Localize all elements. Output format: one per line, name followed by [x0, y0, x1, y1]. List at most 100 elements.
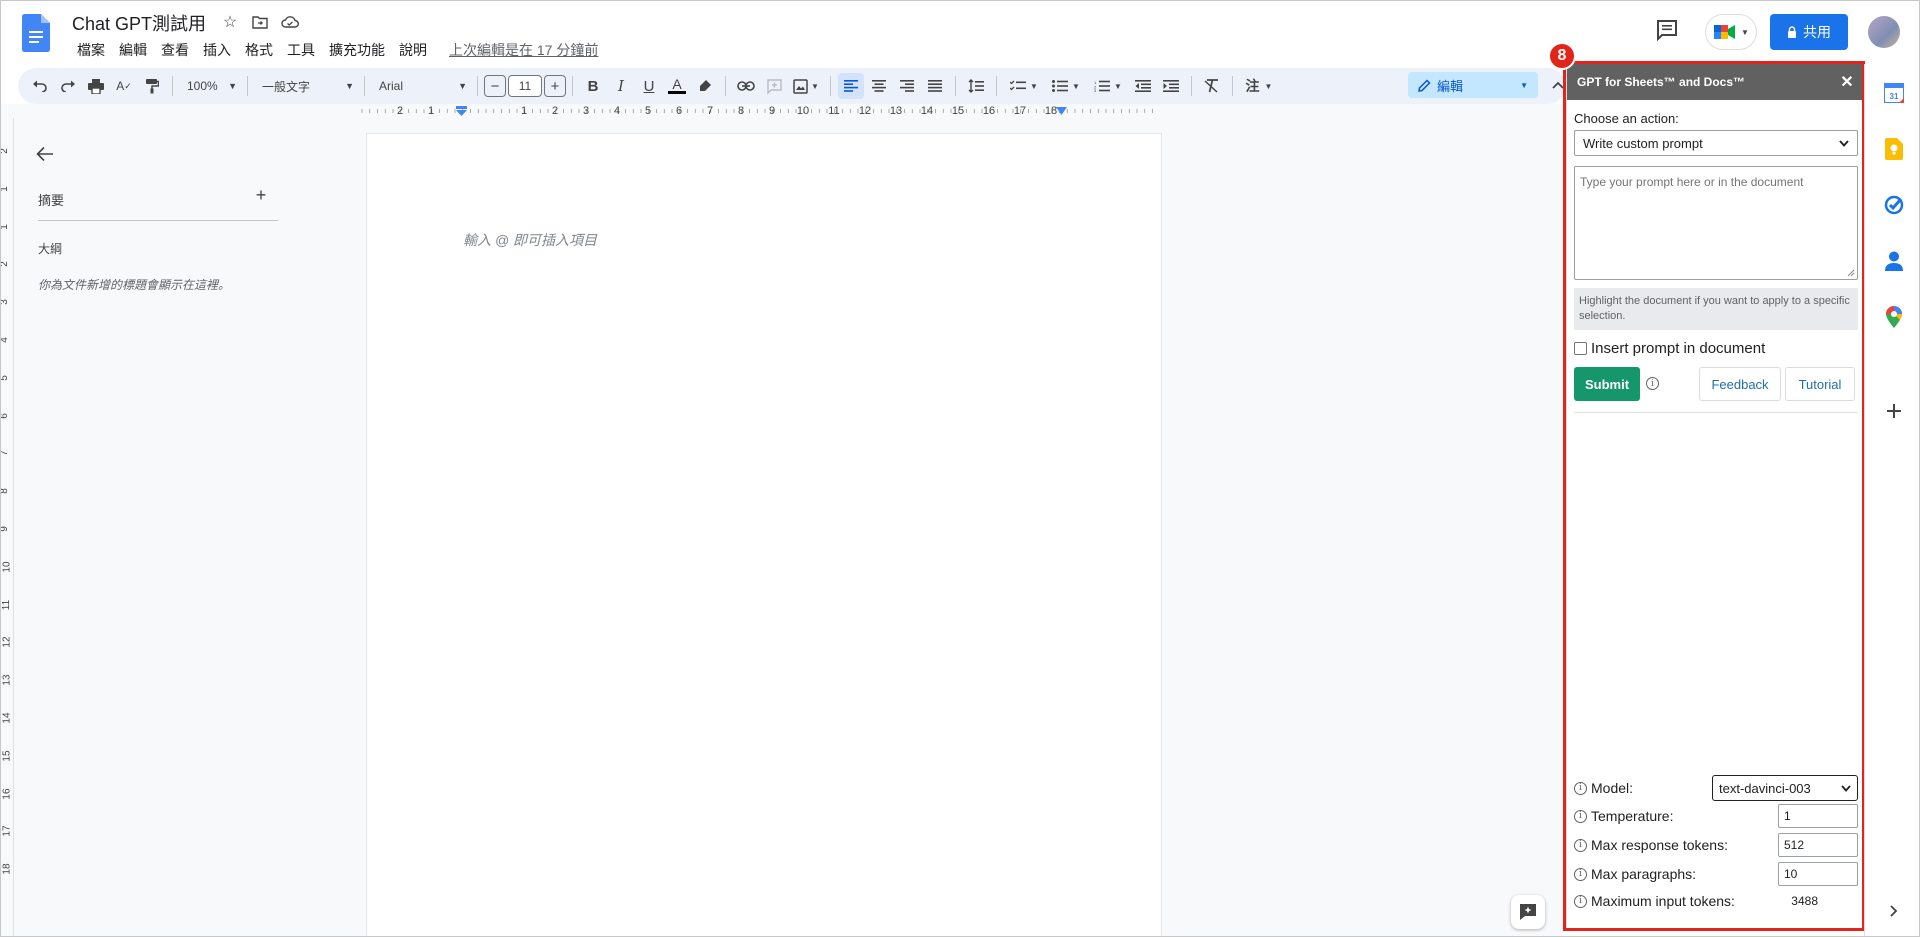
explore-button[interactable]: [1511, 895, 1545, 929]
move-folder-icon[interactable]: [250, 12, 270, 32]
add-comment-icon[interactable]: [761, 73, 787, 99]
ruler-tick-label: 9: [0, 526, 10, 532]
info-icon[interactable]: i: [1574, 867, 1587, 881]
paint-format-icon[interactable]: [139, 73, 165, 99]
maps-icon[interactable]: [1883, 306, 1905, 328]
font-select[interactable]: Arial ▼: [371, 73, 471, 99]
calendar-day: 31: [1890, 92, 1899, 101]
add-summary-icon[interactable]: +: [252, 186, 270, 204]
info-icon[interactable]: i: [1574, 894, 1587, 908]
close-icon[interactable]: ✕: [1837, 72, 1857, 92]
undo-icon[interactable]: [27, 73, 53, 99]
text-color-icon[interactable]: A: [664, 73, 690, 99]
info-icon[interactable]: i: [1574, 838, 1587, 852]
last-edit-link[interactable]: 上次編輯是在 17 分鐘前: [442, 40, 605, 60]
add-icon[interactable]: [1883, 400, 1905, 422]
back-arrow-icon[interactable]: [36, 146, 56, 166]
chevron-down-icon: ▼: [1520, 80, 1528, 90]
resize-handle-icon[interactable]: [1847, 269, 1855, 277]
vertical-ruler[interactable]: 21123456789101112131415161718: [0, 118, 14, 937]
clear-formatting-icon[interactable]: [1199, 73, 1225, 99]
toolbar-divider: [364, 76, 365, 96]
bulleted-list-icon[interactable]: ▼: [1046, 73, 1086, 99]
chevron-down-icon: ▼: [1741, 27, 1749, 37]
align-right-icon[interactable]: [894, 73, 920, 99]
document-page[interactable]: 輸入 @ 即可插入項目: [366, 133, 1162, 937]
insert-link-icon[interactable]: [733, 73, 759, 99]
feedback-button[interactable]: Feedback: [1699, 367, 1781, 401]
submit-button[interactable]: Submit: [1574, 367, 1640, 401]
contacts-icon[interactable]: [1883, 250, 1905, 272]
calendar-icon[interactable]: 31: [1883, 82, 1905, 104]
action-select[interactable]: Write custom prompt: [1574, 130, 1858, 156]
max-paragraphs-input[interactable]: 10: [1778, 862, 1858, 886]
info-icon[interactable]: i: [1574, 809, 1587, 823]
insert-prompt-label[interactable]: Insert prompt in document: [1591, 340, 1765, 357]
print-icon[interactable]: [83, 73, 109, 99]
prompt-textarea[interactable]: Type your prompt here or in the document: [1574, 166, 1858, 280]
info-icon[interactable]: i: [1574, 781, 1587, 795]
checklist-icon[interactable]: ▼: [1004, 73, 1044, 99]
redo-icon[interactable]: [55, 73, 81, 99]
menu-insert[interactable]: 插入: [196, 40, 238, 60]
menu-extensions[interactable]: 擴充功能: [322, 40, 392, 60]
keep-icon[interactable]: [1883, 138, 1905, 160]
tasks-icon[interactable]: [1883, 194, 1905, 216]
underline-icon[interactable]: U: [636, 73, 662, 99]
numbered-list-icon[interactable]: 1 2 3 ▼: [1088, 73, 1128, 99]
menu-help[interactable]: 說明: [392, 40, 434, 60]
right-indent-marker-icon[interactable]: [1056, 107, 1067, 115]
align-center-icon[interactable]: [866, 73, 892, 99]
temperature-input[interactable]: 1: [1778, 804, 1858, 828]
avatar[interactable]: [1868, 16, 1900, 48]
style-value: 一般文字: [262, 79, 311, 94]
spellcheck-icon[interactable]: A ✓: [111, 73, 137, 99]
tutorial-button[interactable]: Tutorial: [1785, 367, 1855, 401]
expand-icon[interactable]: [1883, 900, 1905, 922]
bold-icon[interactable]: B: [580, 73, 606, 99]
ruler-tick-label: 8: [0, 488, 10, 494]
docs-logo-icon[interactable]: [22, 14, 50, 52]
menu-format[interactable]: 格式: [238, 40, 280, 60]
step-badge: 8: [1548, 42, 1576, 70]
increase-font-size-button[interactable]: +: [544, 75, 566, 97]
increase-indent-icon[interactable]: [1158, 73, 1184, 99]
ruler-tick-label: 10: [1, 561, 13, 573]
ruler-tick-label: 5: [0, 375, 10, 381]
decrease-indent-icon[interactable]: [1130, 73, 1156, 99]
cloud-status-icon[interactable]: [280, 12, 300, 32]
info-icon[interactable]: i: [1646, 377, 1659, 390]
chevron-down-icon: [1839, 139, 1849, 147]
comments-icon[interactable]: [1655, 18, 1679, 42]
font-size-input[interactable]: 11: [508, 75, 542, 97]
ruler-tick-label: 7: [706, 105, 714, 117]
menu-tools[interactable]: 工具: [280, 40, 322, 60]
highlight-color-icon[interactable]: [692, 73, 718, 99]
zoom-select[interactable]: 100% ▼: [179, 73, 241, 99]
decrease-font-size-button[interactable]: −: [484, 75, 506, 97]
style-select[interactable]: 一般文字 ▼: [254, 73, 358, 99]
ruler-tick-label: 6: [0, 413, 10, 419]
insert-image-icon[interactable]: ▼: [789, 73, 823, 99]
left-indent-marker-icon[interactable]: [456, 106, 467, 116]
document-title[interactable]: Chat GPT測試用: [72, 10, 206, 36]
prompt-placeholder: Type your prompt here or in the document: [1580, 175, 1804, 189]
insert-prompt-checkbox[interactable]: [1574, 342, 1587, 355]
star-icon[interactable]: ☆: [220, 12, 240, 32]
align-left-icon[interactable]: [838, 73, 864, 99]
line-spacing-icon[interactable]: [963, 73, 989, 99]
horizontal-ruler[interactable]: 2 1 1 2 3 4 5 6 7 8 9 10 11 12 13 14 15 16 17 18: [360, 104, 1160, 118]
ruler-tick-label: 1: [0, 186, 10, 192]
meet-button[interactable]: ▼: [1705, 14, 1757, 50]
menu-file[interactable]: 檔案: [70, 40, 112, 60]
model-select[interactable]: text-davinci-003: [1712, 775, 1858, 801]
justify-icon[interactable]: [922, 73, 948, 99]
input-tools-icon[interactable]: 注 ▼: [1240, 73, 1278, 99]
document-placeholder: 輸入 @ 即可插入項目: [463, 232, 597, 248]
menu-edit[interactable]: 編輯: [112, 40, 154, 60]
share-button[interactable]: 共用: [1770, 14, 1848, 50]
max-tokens-input[interactable]: 512: [1778, 833, 1858, 857]
italic-icon[interactable]: I: [608, 73, 634, 99]
menu-view[interactable]: 查看: [154, 40, 196, 60]
editing-mode-select[interactable]: 編輯 ▼: [1408, 72, 1538, 98]
